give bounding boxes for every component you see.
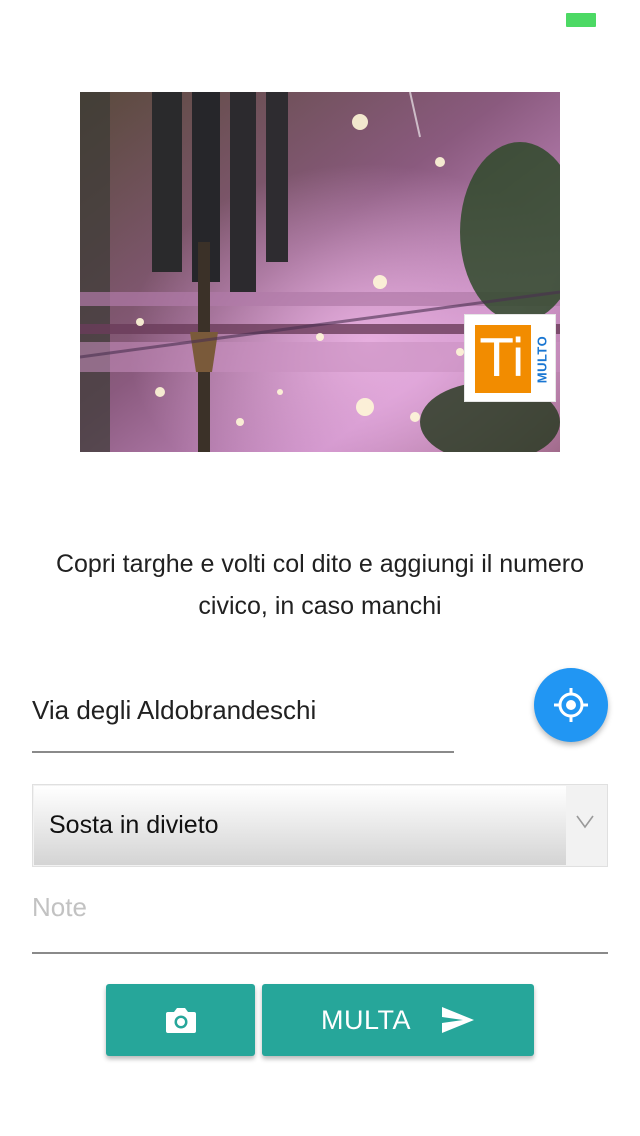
camera-icon [165,1008,196,1033]
violation-selected-value: Sosta in divieto [49,811,219,839]
notes-input[interactable] [32,888,608,923]
logo-side-text-wrap: MULTO [531,325,553,393]
gps-target-icon [554,688,588,722]
camera-button[interactable] [106,984,255,1056]
address-field[interactable]: Via degli Aldobrandeschi [32,690,454,753]
locate-button[interactable] [534,668,608,742]
captured-photo[interactable]: Ti MULTO [80,92,560,452]
logo-orange-box: Ti [475,325,531,393]
app-screen: Ti MULTO Copri targhe e volti col dito e… [0,0,640,1136]
violation-type-select[interactable]: Sosta in divieto [32,784,608,867]
timulto-logo: Ti MULTO [464,314,556,402]
address-value[interactable]: Via degli Aldobrandeschi [32,690,454,730]
logo-side-text: MULTO [534,335,550,383]
violation-select-face[interactable]: Sosta in divieto [34,786,566,865]
multa-label: MULTA [321,1004,411,1035]
multa-submit-button[interactable]: MULTA [262,984,534,1056]
chevron-down-icon[interactable] [575,811,595,831]
logo-main-text: Ti [480,329,526,389]
instructions-text: Copri targhe e volti col dito e aggiungi… [55,550,585,620]
send-icon [442,1007,474,1033]
notes-field[interactable] [32,888,608,954]
battery-icon [566,13,596,27]
